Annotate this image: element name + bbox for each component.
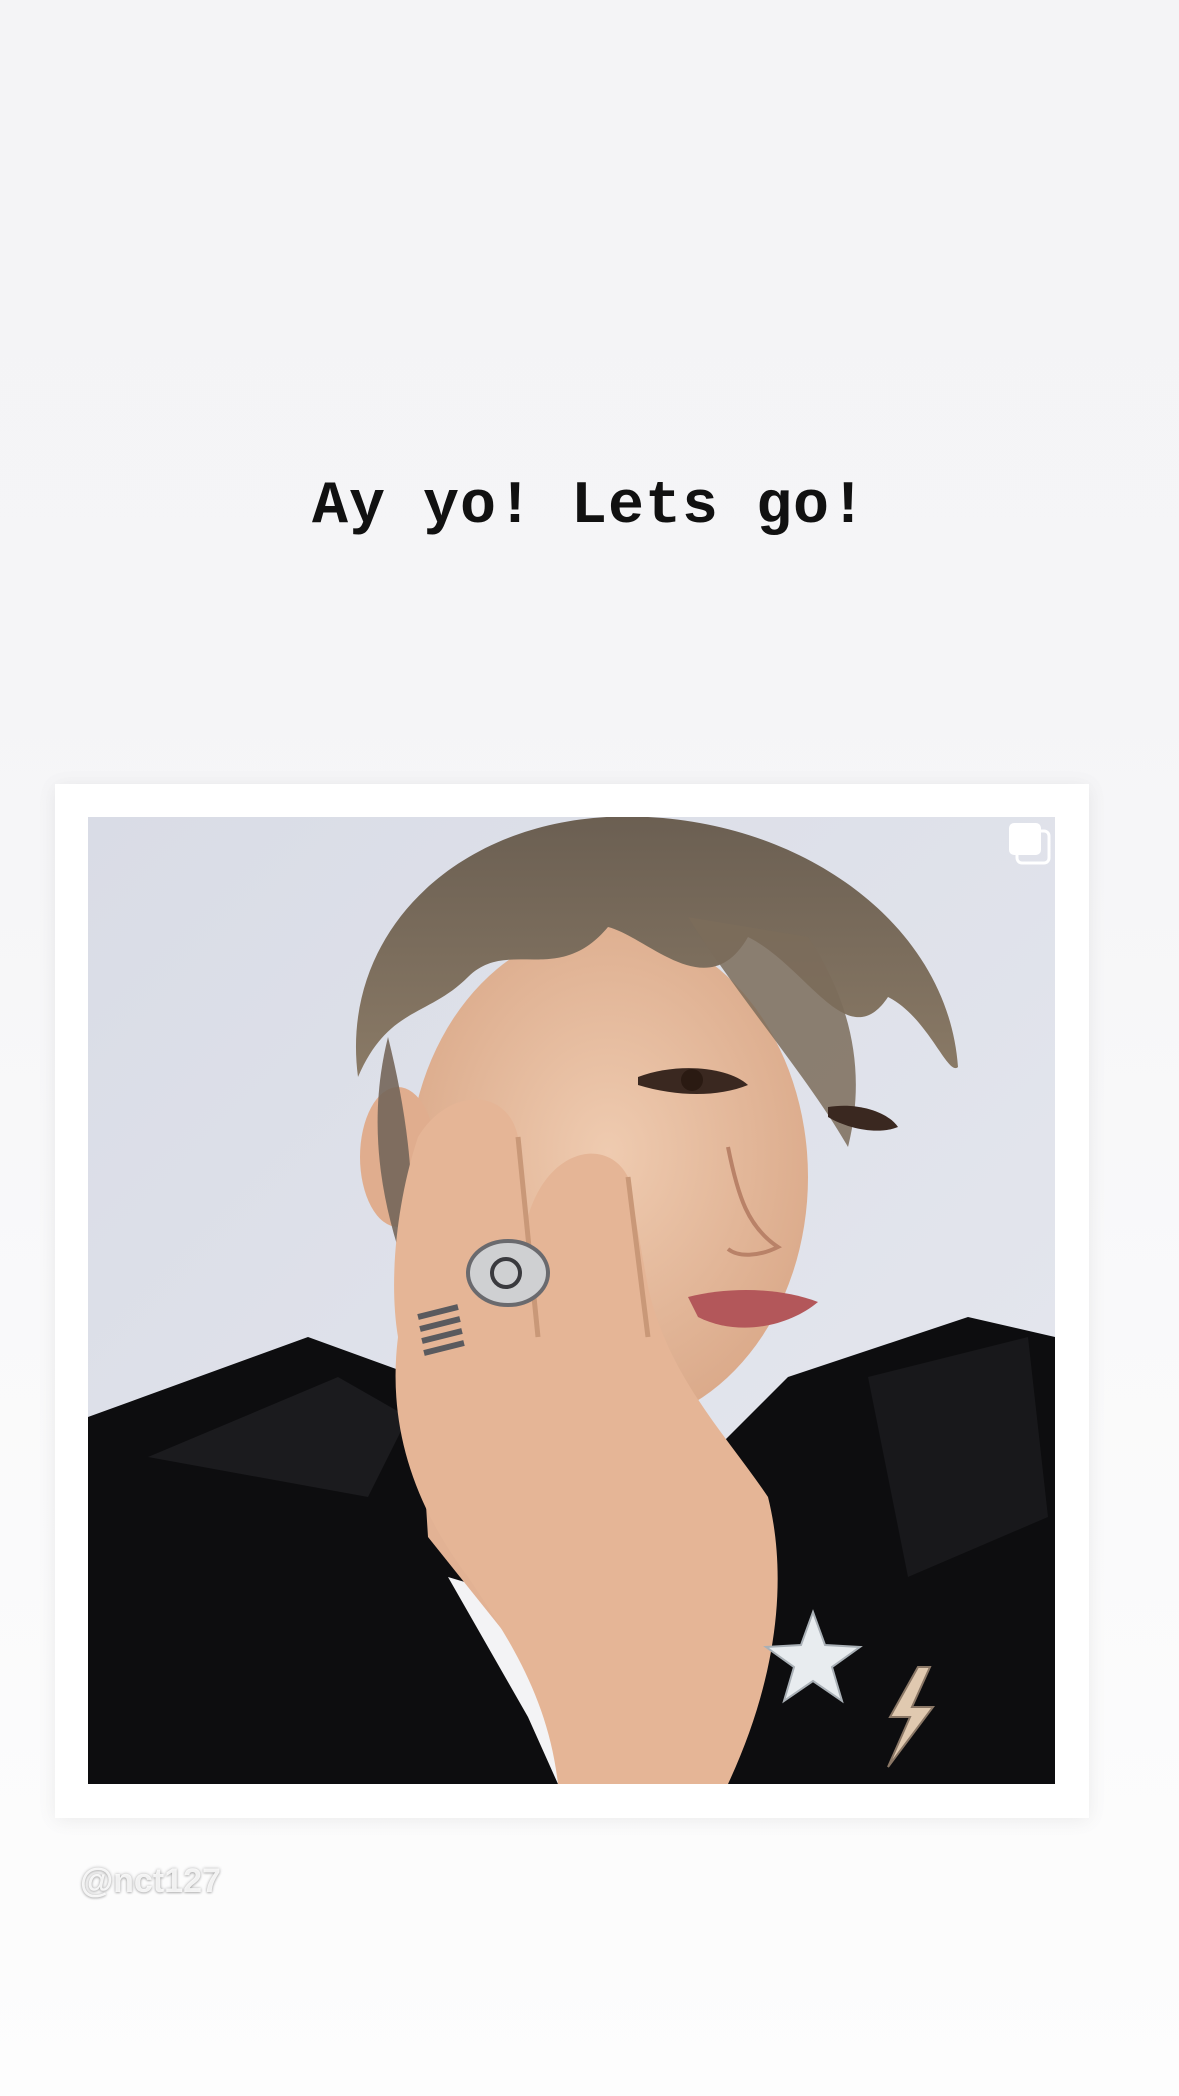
mention-sticker[interactable]: @nct127 [80, 1862, 221, 1901]
story-caption-text[interactable]: Ay yo! Lets go! [0, 462, 1179, 552]
story-background-top [0, 0, 1179, 315]
portrait-illustration [88, 817, 1055, 1784]
multiple-photos-icon [1005, 819, 1053, 867]
shared-post-card[interactable] [55, 784, 1089, 1818]
post-photo[interactable] [88, 817, 1055, 1784]
